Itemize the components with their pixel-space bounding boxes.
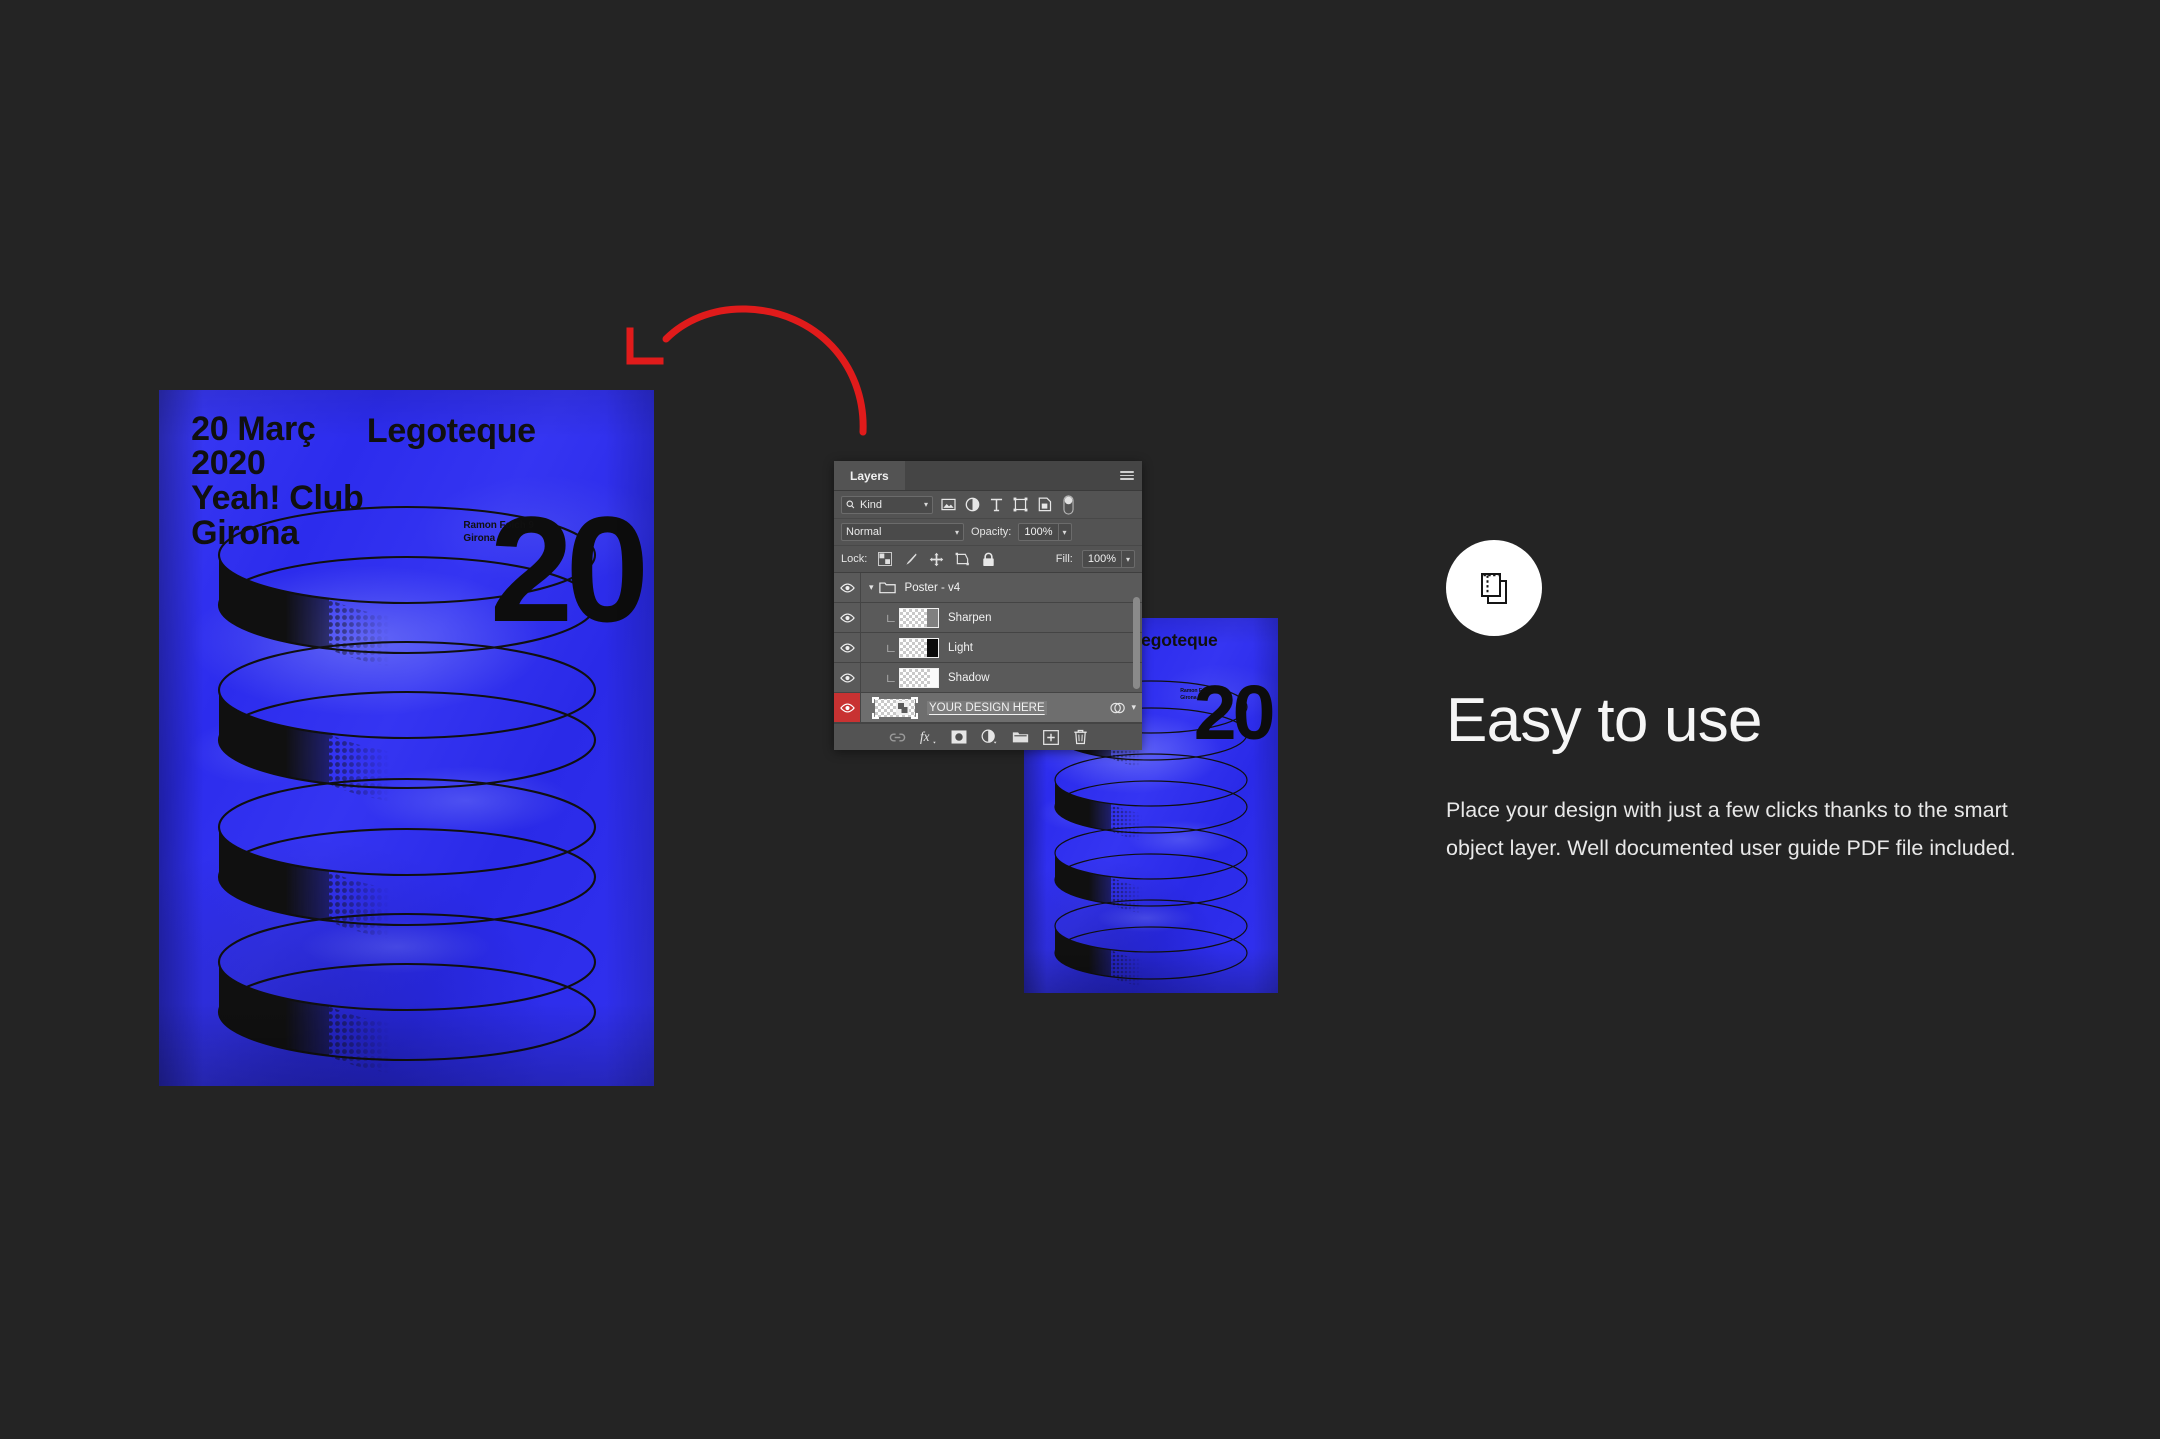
layers-panel-titlebar: Layers [834, 461, 1142, 491]
smart-object-thumbnail[interactable] [872, 696, 918, 719]
layer-filter-row: Kind ▾ [834, 491, 1142, 519]
hamburger-menu-icon[interactable] [1120, 470, 1134, 481]
pixel-layer-filter-icon[interactable] [940, 497, 957, 513]
chevron-down-icon: ▾ [923, 500, 928, 509]
lock-position-icon[interactable] [928, 551, 945, 567]
lock-all-icon[interactable] [980, 551, 997, 567]
blend-mode-row: Normal ▾ Opacity: 100% ▾ [834, 519, 1142, 546]
layer-name: Light [948, 641, 973, 654]
opacity-label: Opacity: [971, 526, 1012, 538]
lock-transparent-pixels-icon[interactable] [876, 551, 893, 567]
feature-block: Easy to use Place your design with just … [1446, 540, 2046, 868]
lock-artboard-nesting-icon[interactable] [954, 551, 971, 567]
layer-name: Shadow [948, 671, 990, 684]
layer-visibility-toggle[interactable] [834, 573, 861, 602]
layer-name: Sharpen [948, 611, 992, 624]
clipping-mask-icon: ∟ [885, 640, 897, 655]
svg-text:fx: fx [920, 729, 930, 744]
eye-icon [839, 702, 855, 713]
layer-visibility-toggle[interactable] [834, 693, 861, 722]
smart-object-filter-icon[interactable] [1036, 497, 1053, 513]
curved-arrow-annotation [626, 305, 867, 436]
feature-title: Easy to use [1446, 686, 1763, 755]
table-row[interactable]: ∟ Sharpen [834, 603, 1142, 633]
new-adjustment-layer-icon[interactable] [981, 729, 998, 745]
eye-icon [839, 612, 855, 623]
scrollbar-thumb[interactable] [1133, 597, 1140, 689]
opacity-input[interactable]: 100% ▾ [1018, 523, 1072, 541]
filter-kind-label: Kind [860, 498, 883, 511]
fill-value: 100% [1087, 553, 1116, 565]
adjustment-layer-filter-icon[interactable] [964, 497, 981, 513]
screenshot-root: 20 20 Març 2020 Yeah! Club Girona Legote… [0, 0, 2160, 1439]
layer-name[interactable]: YOUR DESIGN HERE [927, 700, 1047, 715]
chevron-down-icon: ▾ [954, 527, 959, 537]
duplicate-layers-icon [1481, 573, 1507, 604]
feature-icon-circle [1446, 540, 1542, 636]
clipping-mask-icon: ∟ [885, 610, 897, 625]
table-row[interactable]: ▾ Poster - v4 [834, 573, 1142, 603]
feature-body: Place your design with just a few clicks… [1446, 798, 2016, 861]
table-row[interactable]: ∟ Light [834, 633, 1142, 663]
layer-effects-icon[interactable] [1110, 701, 1126, 715]
clipping-mask-icon: ∟ [885, 670, 897, 685]
fill-input[interactable]: 100% ▾ [1081, 550, 1135, 568]
filter-enable-toggle[interactable] [1060, 494, 1077, 515]
layer-style-fx-icon[interactable]: fx [920, 729, 937, 745]
new-layer-icon[interactable] [1042, 729, 1059, 745]
table-row[interactable]: ∟ Shadow [834, 663, 1142, 693]
shape-layer-filter-icon[interactable] [1012, 497, 1029, 513]
layers-panel[interactable]: Layers Kind ▾ Normal ▾ Opacity: 100% ▾ L… [834, 461, 1142, 750]
layer-thumbnail[interactable] [899, 667, 939, 688]
layer-thumbnail[interactable] [899, 607, 939, 628]
eye-icon [839, 672, 855, 683]
eye-icon [839, 582, 855, 593]
blend-mode-select[interactable]: Normal ▾ [841, 523, 964, 541]
folder-icon [878, 581, 896, 594]
add-layer-mask-icon[interactable] [951, 730, 967, 744]
lock-row: Lock: Fill: 100% ▾ [834, 546, 1142, 573]
group-expand-chevron-icon[interactable]: ▾ [869, 582, 874, 593]
type-layer-filter-icon[interactable] [988, 497, 1005, 513]
layer-visibility-toggle[interactable] [834, 603, 861, 632]
lock-label: Lock: [841, 553, 868, 565]
link-layers-icon[interactable] [889, 732, 906, 743]
new-group-icon[interactable] [1012, 730, 1029, 744]
tab-layers-label: Layers [850, 468, 889, 483]
layers-panel-titlebar-right [905, 461, 1142, 490]
filter-kind-select[interactable]: Kind ▾ [841, 495, 933, 514]
layer-thumbnail[interactable] [899, 637, 939, 658]
delete-layer-icon[interactable] [1073, 729, 1088, 745]
layer-list-scrollbar[interactable] [1131, 573, 1142, 723]
layer-visibility-toggle[interactable] [834, 633, 861, 662]
chevron-down-icon[interactable]: ▾ [1057, 524, 1071, 540]
layers-panel-bottom-toolbar: fx [834, 723, 1142, 750]
layer-visibility-toggle[interactable] [834, 663, 861, 692]
fill-label: Fill: [1055, 553, 1073, 565]
table-row[interactable]: YOUR DESIGN HERE ▾ [834, 693, 1142, 723]
layer-list[interactable]: ▾ Poster - v4 ∟ Sharpen ∟ Light ∟ Shadow… [834, 573, 1142, 723]
poster-large-preview: 20 20 Març 2020 Yeah! Club Girona Legote… [159, 390, 654, 1086]
search-icon [846, 500, 855, 509]
poster-vignette [159, 390, 654, 1086]
opacity-value: 100% [1024, 526, 1053, 538]
tab-layers[interactable]: Layers [834, 461, 905, 490]
eye-icon [839, 642, 855, 653]
layer-name: Poster - v4 [904, 581, 961, 594]
lock-image-pixels-icon[interactable] [902, 551, 919, 567]
blend-mode-value: Normal [846, 526, 882, 538]
chevron-down-icon[interactable]: ▾ [1120, 551, 1134, 567]
